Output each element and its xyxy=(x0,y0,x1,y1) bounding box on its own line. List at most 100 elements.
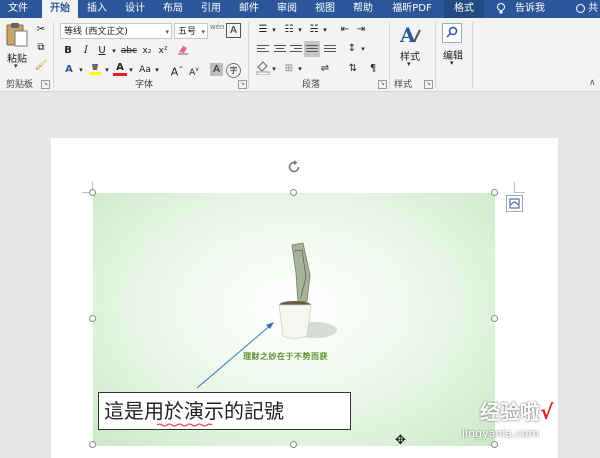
chevron-down-icon[interactable]: ▾ xyxy=(271,61,277,77)
divider xyxy=(389,22,390,88)
tab-mailings[interactable]: 邮件 xyxy=(232,0,266,18)
tab-foxit-pdf[interactable]: 福昕PDF xyxy=(384,0,440,18)
char-shading-button[interactable]: A xyxy=(210,63,223,76)
chevron-down-icon[interactable]: ▾ xyxy=(297,61,303,77)
change-case-button[interactable]: Aa xyxy=(136,62,154,78)
font-name-value: 等线 (西文正文) xyxy=(64,27,128,37)
resize-handle-top-right[interactable] xyxy=(491,189,498,196)
align-center-icon[interactable] xyxy=(274,45,286,55)
clipboard-group-label: 剪贴板 xyxy=(6,80,34,90)
tell-me-search[interactable]: 告诉我 xyxy=(510,0,550,18)
italic-button[interactable]: I xyxy=(80,43,92,59)
resize-handle-top-left[interactable] xyxy=(89,189,96,196)
decrease-indent-icon[interactable]: ⇤ xyxy=(338,22,352,38)
show-marks-icon[interactable]: ¶ xyxy=(368,61,378,77)
collapse-ribbon-icon[interactable]: ∧ xyxy=(589,78,596,88)
divider xyxy=(435,22,436,88)
chevron-down-icon[interactable]: ▾ xyxy=(104,62,110,78)
superscript-button[interactable]: x² xyxy=(156,43,170,59)
divider xyxy=(472,22,473,88)
format-painter-icon[interactable]: 🖌 xyxy=(34,58,48,74)
styles-group-label: 样式 xyxy=(394,80,413,90)
shrink-font-button[interactable]: Av xyxy=(187,62,201,78)
tab-view[interactable]: 视图 xyxy=(308,0,342,18)
styles-launcher-icon[interactable]: ↘ xyxy=(424,80,433,89)
paragraph-launcher-icon[interactable]: ↘ xyxy=(378,80,387,89)
strikethrough-button[interactable]: abc xyxy=(120,43,138,59)
tab-file[interactable]: 文件 xyxy=(0,0,36,18)
rotate-handle-icon[interactable] xyxy=(286,159,302,175)
justify-button[interactable] xyxy=(304,41,320,57)
demo-text-box[interactable]: 這是用於演示的記號 xyxy=(98,392,351,430)
lightbulb-icon[interactable] xyxy=(494,0,508,18)
clipboard-launcher-icon[interactable]: ↘ xyxy=(41,80,50,89)
move-cursor-icon: ✥ xyxy=(395,433,406,448)
subscript-button[interactable]: x₂ xyxy=(140,43,154,59)
chevron-down-icon[interactable]: ▾ xyxy=(110,43,118,59)
enclose-char-button[interactable]: 字 xyxy=(226,63,241,78)
numbering-icon[interactable]: ☷ xyxy=(281,22,297,38)
align-left-icon[interactable] xyxy=(257,45,269,55)
chevron-down-icon[interactable]: ▾ xyxy=(154,62,160,78)
highlight-icon[interactable] xyxy=(88,62,102,78)
grow-font-button[interactable]: A^ xyxy=(170,62,184,79)
resize-handle-bottom[interactable] xyxy=(290,441,297,448)
watermark-text: 经验啦 xyxy=(480,400,540,424)
chevron-down-icon[interactable]: ▾ xyxy=(271,22,277,38)
char-border-button[interactable]: A xyxy=(226,23,241,38)
line-spacing-icon[interactable]: ↕ xyxy=(344,41,360,57)
underline-button[interactable]: U xyxy=(96,43,108,59)
picture-caption: 理财之妙在于不势而获 xyxy=(243,352,328,361)
tab-home[interactable]: 开始 xyxy=(42,0,78,18)
phonetic-guide-button[interactable]: wén xyxy=(210,23,224,39)
paste-button[interactable]: 粘贴 ▾ xyxy=(4,22,30,72)
styles-button[interactable]: A 样式 ▾ xyxy=(395,24,425,72)
chevron-down-icon[interactable]: ▾ xyxy=(128,62,134,78)
bullets-icon[interactable]: ☰ xyxy=(255,22,271,38)
copy-icon[interactable]: ⧉ xyxy=(34,40,48,56)
borders-icon[interactable]: ⊞ xyxy=(281,61,297,77)
font-size-combo[interactable]: 五号 ▾ xyxy=(174,23,208,39)
demo-text: 這是用於演示的記號 xyxy=(104,399,284,423)
chevron-down-icon[interactable]: ▾ xyxy=(322,22,328,38)
tab-insert[interactable]: 插入 xyxy=(80,0,114,18)
layout-options-button[interactable] xyxy=(506,195,523,212)
font-launcher-icon[interactable]: ↘ xyxy=(238,80,247,89)
multilevel-list-icon[interactable]: ☵ xyxy=(306,22,322,38)
font-name-combo[interactable]: 等线 (西文正文) ▾ xyxy=(60,23,172,39)
tab-references[interactable]: 引用 xyxy=(194,0,228,18)
distributed-icon[interactable] xyxy=(324,45,336,55)
cut-icon[interactable]: ✂ xyxy=(34,22,48,38)
divider xyxy=(53,22,54,88)
watermark-url: jingyanla.com xyxy=(462,427,540,440)
svg-text:A: A xyxy=(399,24,416,46)
search-icon xyxy=(442,23,462,43)
sort-icon[interactable]: ⇅ xyxy=(346,61,360,77)
chevron-down-icon[interactable]: ▾ xyxy=(78,62,84,78)
tab-help[interactable]: 帮助 xyxy=(346,0,380,18)
chinese-layout-icon[interactable]: ⇌ xyxy=(318,61,332,77)
resize-handle-right[interactable] xyxy=(491,315,498,322)
shading-icon[interactable] xyxy=(255,61,271,77)
resize-handle-bottom-left[interactable] xyxy=(89,441,96,448)
resize-handle-bottom-right[interactable] xyxy=(491,441,498,448)
share-label: 共 xyxy=(588,3,599,14)
share-button[interactable]: 共 xyxy=(574,0,600,18)
font-color-icon[interactable]: A xyxy=(113,62,127,78)
editing-button[interactable]: 编辑 ▾ xyxy=(440,23,466,73)
resize-handle-top[interactable] xyxy=(290,189,297,196)
bold-button[interactable]: B xyxy=(62,43,74,59)
chevron-down-icon[interactable]: ▾ xyxy=(297,22,303,38)
styles-icon: A xyxy=(399,24,421,46)
align-right-icon[interactable] xyxy=(290,45,302,55)
tab-layout[interactable]: 布局 xyxy=(156,0,190,18)
chevron-down-icon[interactable]: ▾ xyxy=(360,41,366,57)
tab-review[interactable]: 审阅 xyxy=(270,0,304,18)
clear-formatting-icon[interactable] xyxy=(176,43,190,59)
increase-indent-icon[interactable]: ⇥ xyxy=(354,22,368,38)
text-effects-icon[interactable]: A xyxy=(62,62,76,78)
paragraph-group-label: 段落 xyxy=(302,80,321,90)
resize-handle-left[interactable] xyxy=(89,315,96,322)
tab-format[interactable]: 格式 xyxy=(444,0,484,18)
tab-design[interactable]: 设计 xyxy=(118,0,152,18)
